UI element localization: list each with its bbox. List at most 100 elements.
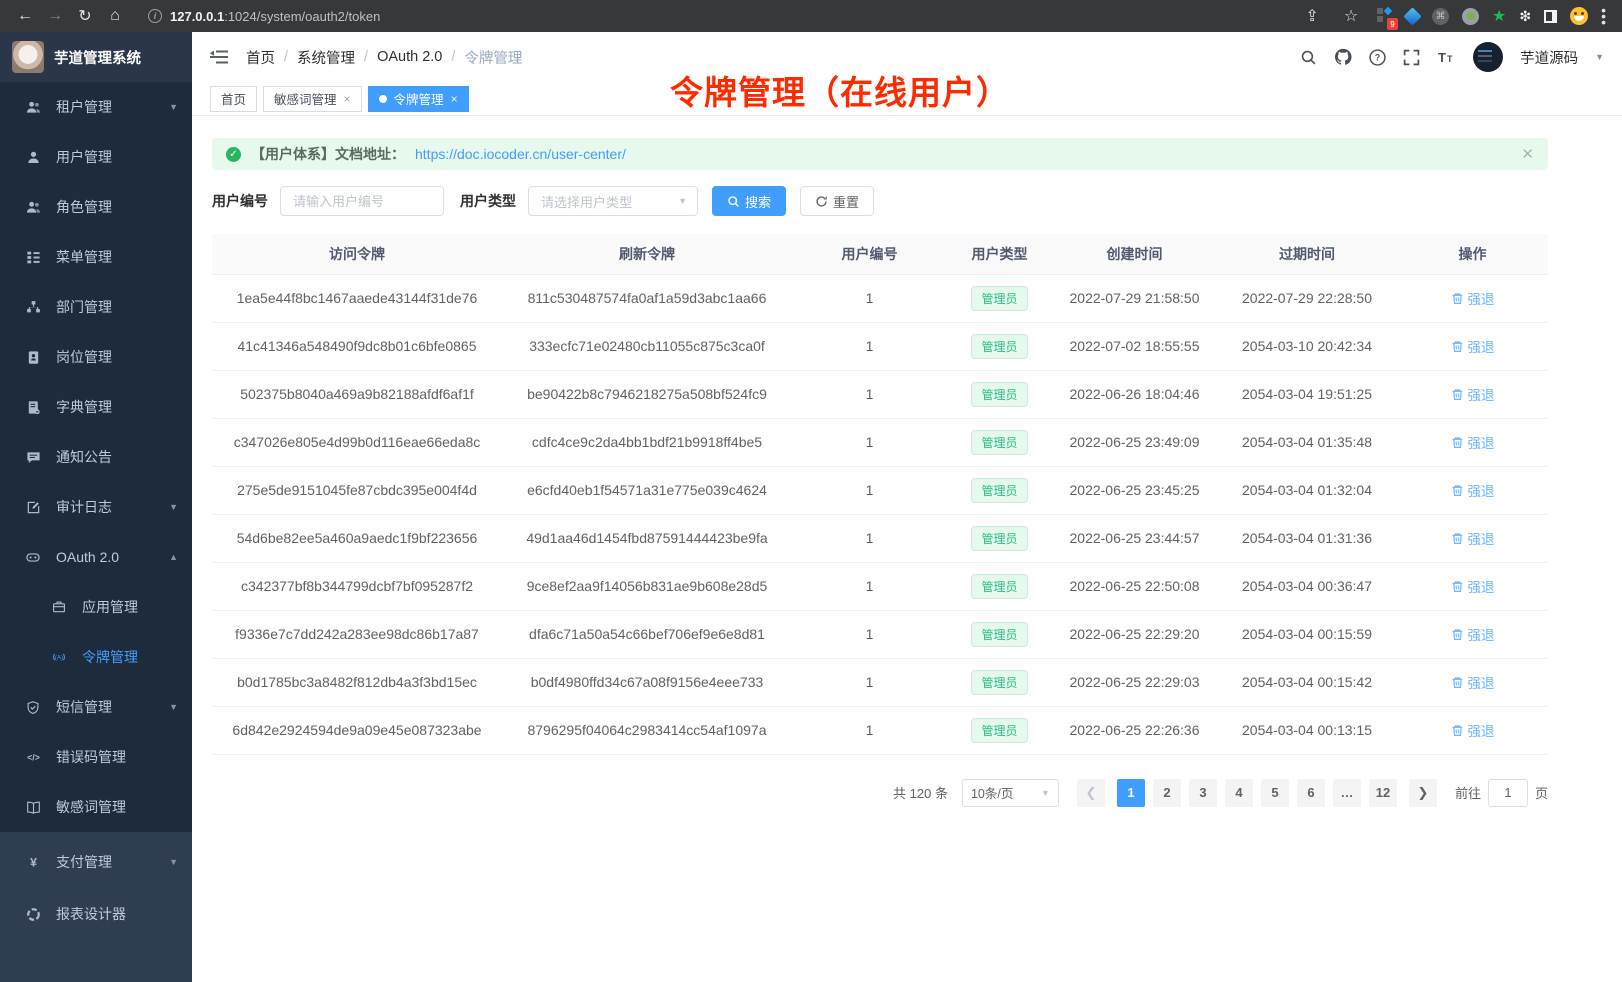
alert-close-icon[interactable]: ✕: [1521, 145, 1534, 163]
gem-extension-icon[interactable]: [1403, 7, 1421, 25]
address-bar[interactable]: i 127.0.0.1:1024/system/oauth2/token: [132, 9, 1295, 24]
page-button-2[interactable]: 2: [1153, 779, 1181, 807]
sidebar-item-errcode[interactable]: </>错误码管理: [0, 732, 192, 782]
back-icon[interactable]: ←: [12, 4, 38, 28]
force-logout-button[interactable]: 强退: [1451, 288, 1495, 308]
recorder-extension-icon[interactable]: [1462, 8, 1479, 25]
sidebar-item-label: 菜单管理: [56, 247, 112, 267]
tab-令牌管理[interactable]: 令牌管理×: [368, 86, 469, 112]
evernote-extension-icon[interactable]: ★: [1492, 6, 1506, 26]
sidebar-item-oauth2-token[interactable]: (A)令牌管理: [0, 632, 192, 682]
user-type-cell: 管理员: [947, 466, 1052, 514]
user-id-input[interactable]: [280, 186, 444, 216]
help-icon[interactable]: ?: [1369, 49, 1386, 66]
created-time-cell: 2022-06-25 22:50:08: [1052, 562, 1217, 610]
sidebar-item-audit[interactable]: 审计日志▼: [0, 482, 192, 532]
profile-avatar[interactable]: [1570, 7, 1588, 25]
force-logout-button[interactable]: 强退: [1451, 528, 1495, 548]
sidebar-item-notice[interactable]: 通知公告: [0, 432, 192, 482]
page-button-6[interactable]: 6: [1297, 779, 1325, 807]
user-avatar[interactable]: [1473, 42, 1503, 72]
sidebar-item-dept[interactable]: 部门管理: [0, 282, 192, 332]
table-row: c347026e805e4d99b0d116eae66eda8ccdfc4ce9…: [212, 418, 1548, 466]
page-button-4[interactable]: 4: [1225, 779, 1253, 807]
font-size-icon[interactable]: TT: [1437, 49, 1456, 65]
force-logout-button[interactable]: 强退: [1451, 624, 1495, 644]
breadcrumb-item[interactable]: 系统管理: [297, 47, 355, 68]
next-page-button[interactable]: ❯: [1409, 779, 1437, 807]
total-count: 共 120 条: [893, 783, 948, 802]
sidebar-item-menu[interactable]: 菜单管理: [0, 232, 192, 282]
reload-icon[interactable]: ↻: [72, 4, 98, 28]
force-logout-button[interactable]: 强退: [1451, 432, 1495, 452]
page-button-1[interactable]: 1: [1117, 779, 1145, 807]
sidebar-item-oauth2[interactable]: OAuth 2.0▲: [0, 532, 192, 582]
force-logout-button[interactable]: 强退: [1451, 384, 1495, 404]
force-logout-button[interactable]: 强退: [1451, 720, 1495, 740]
user-type-select[interactable]: 请选择用户类型 ▼: [528, 186, 698, 216]
sidebar-item-report[interactable]: 报表设计器: [0, 888, 192, 940]
tab-close-icon[interactable]: ×: [451, 92, 458, 106]
user-type-badge: 管理员: [971, 670, 1027, 695]
page-button-12[interactable]: 12: [1369, 779, 1397, 807]
bookmark-star-icon[interactable]: ☆: [1338, 4, 1364, 28]
alert-text: 【用户体系】文档地址：: [251, 144, 405, 164]
expire-time-cell: 2054-03-04 00:15:42: [1217, 658, 1397, 706]
force-logout-button[interactable]: 强退: [1451, 672, 1495, 692]
sidebar-item-post[interactable]: 岗位管理: [0, 332, 192, 382]
site-info-icon[interactable]: i: [148, 9, 162, 23]
user-type-cell: 管理员: [947, 562, 1052, 610]
extension-grid-icon[interactable]: 9: [1377, 8, 1393, 24]
page-ellipsis-button[interactable]: …: [1333, 779, 1361, 807]
browser-menu-icon[interactable]: •••: [1601, 7, 1606, 25]
tab-close-icon[interactable]: ×: [344, 92, 351, 106]
command-extension-icon[interactable]: ⌘: [1432, 8, 1449, 25]
user-type-cell: 管理员: [947, 274, 1052, 322]
sidebar-item-sms[interactable]: 短信管理▼: [0, 682, 192, 732]
app-logo[interactable]: 芋道管理系统: [0, 32, 192, 82]
page-button-5[interactable]: 5: [1261, 779, 1289, 807]
home-icon[interactable]: ⌂: [102, 4, 128, 28]
sidebar-item-dict[interactable]: 字典管理: [0, 382, 192, 432]
page-size-select[interactable]: 10条/页 ▼: [962, 779, 1059, 807]
extensions-puzzle-icon[interactable]: ❇: [1519, 8, 1531, 25]
reset-button[interactable]: 重置: [800, 186, 874, 216]
created-time-cell: 2022-07-02 18:55:55: [1052, 322, 1217, 370]
tab-敏感词管理[interactable]: 敏感词管理×: [263, 86, 362, 112]
user-dropdown-caret-icon[interactable]: ▼: [1595, 52, 1604, 62]
chevron-down-icon: ▼: [1041, 788, 1050, 798]
table-row: f9336e7c7dd242a283ee98dc86b17a87dfa6c71a…: [212, 610, 1548, 658]
search-icon[interactable]: [1300, 49, 1317, 66]
force-logout-button[interactable]: 强退: [1451, 336, 1495, 356]
tab-首页[interactable]: 首页: [210, 86, 257, 112]
collapse-menu-icon[interactable]: [210, 49, 230, 65]
sidebar-item-pay[interactable]: ¥支付管理▼: [0, 836, 192, 888]
force-logout-button[interactable]: 强退: [1451, 576, 1495, 596]
prev-page-button[interactable]: ❮: [1077, 779, 1105, 807]
search-button[interactable]: 搜索: [712, 186, 786, 216]
user-name[interactable]: 芋道源码: [1520, 47, 1578, 68]
doc-link[interactable]: https://doc.iocoder.cn/user-center/: [415, 146, 626, 162]
page-button-3[interactable]: 3: [1189, 779, 1217, 807]
forward-icon[interactable]: →: [42, 4, 68, 28]
share-icon[interactable]: ⇪: [1299, 4, 1325, 28]
sidebar-item-role[interactable]: 角色管理: [0, 182, 192, 232]
sidebar-item-tenant[interactable]: 租户管理▼: [0, 82, 192, 132]
side-panel-icon[interactable]: [1544, 10, 1557, 23]
users-icon: [24, 200, 42, 215]
breadcrumb-item[interactable]: OAuth 2.0: [377, 49, 442, 65]
sidebar-item-oauth2-app[interactable]: 应用管理: [0, 582, 192, 632]
action-cell: 强退: [1397, 370, 1548, 418]
force-logout-button[interactable]: 强退: [1451, 480, 1495, 500]
goto-page-input[interactable]: [1488, 779, 1528, 807]
sidebar-item-user[interactable]: 用户管理: [0, 132, 192, 182]
sidebar-item-sensitive[interactable]: 敏感词管理: [0, 782, 192, 832]
user-type-badge: 管理员: [971, 382, 1027, 407]
sidebar-item-label: 用户管理: [56, 147, 112, 167]
fullscreen-icon[interactable]: [1403, 49, 1420, 66]
breadcrumb-item[interactable]: 首页: [246, 47, 275, 68]
github-icon[interactable]: [1334, 48, 1352, 66]
created-time-cell: 2022-06-25 23:44:57: [1052, 514, 1217, 562]
user-id-cell: 1: [792, 610, 947, 658]
user-type-badge: 管理员: [971, 622, 1027, 647]
